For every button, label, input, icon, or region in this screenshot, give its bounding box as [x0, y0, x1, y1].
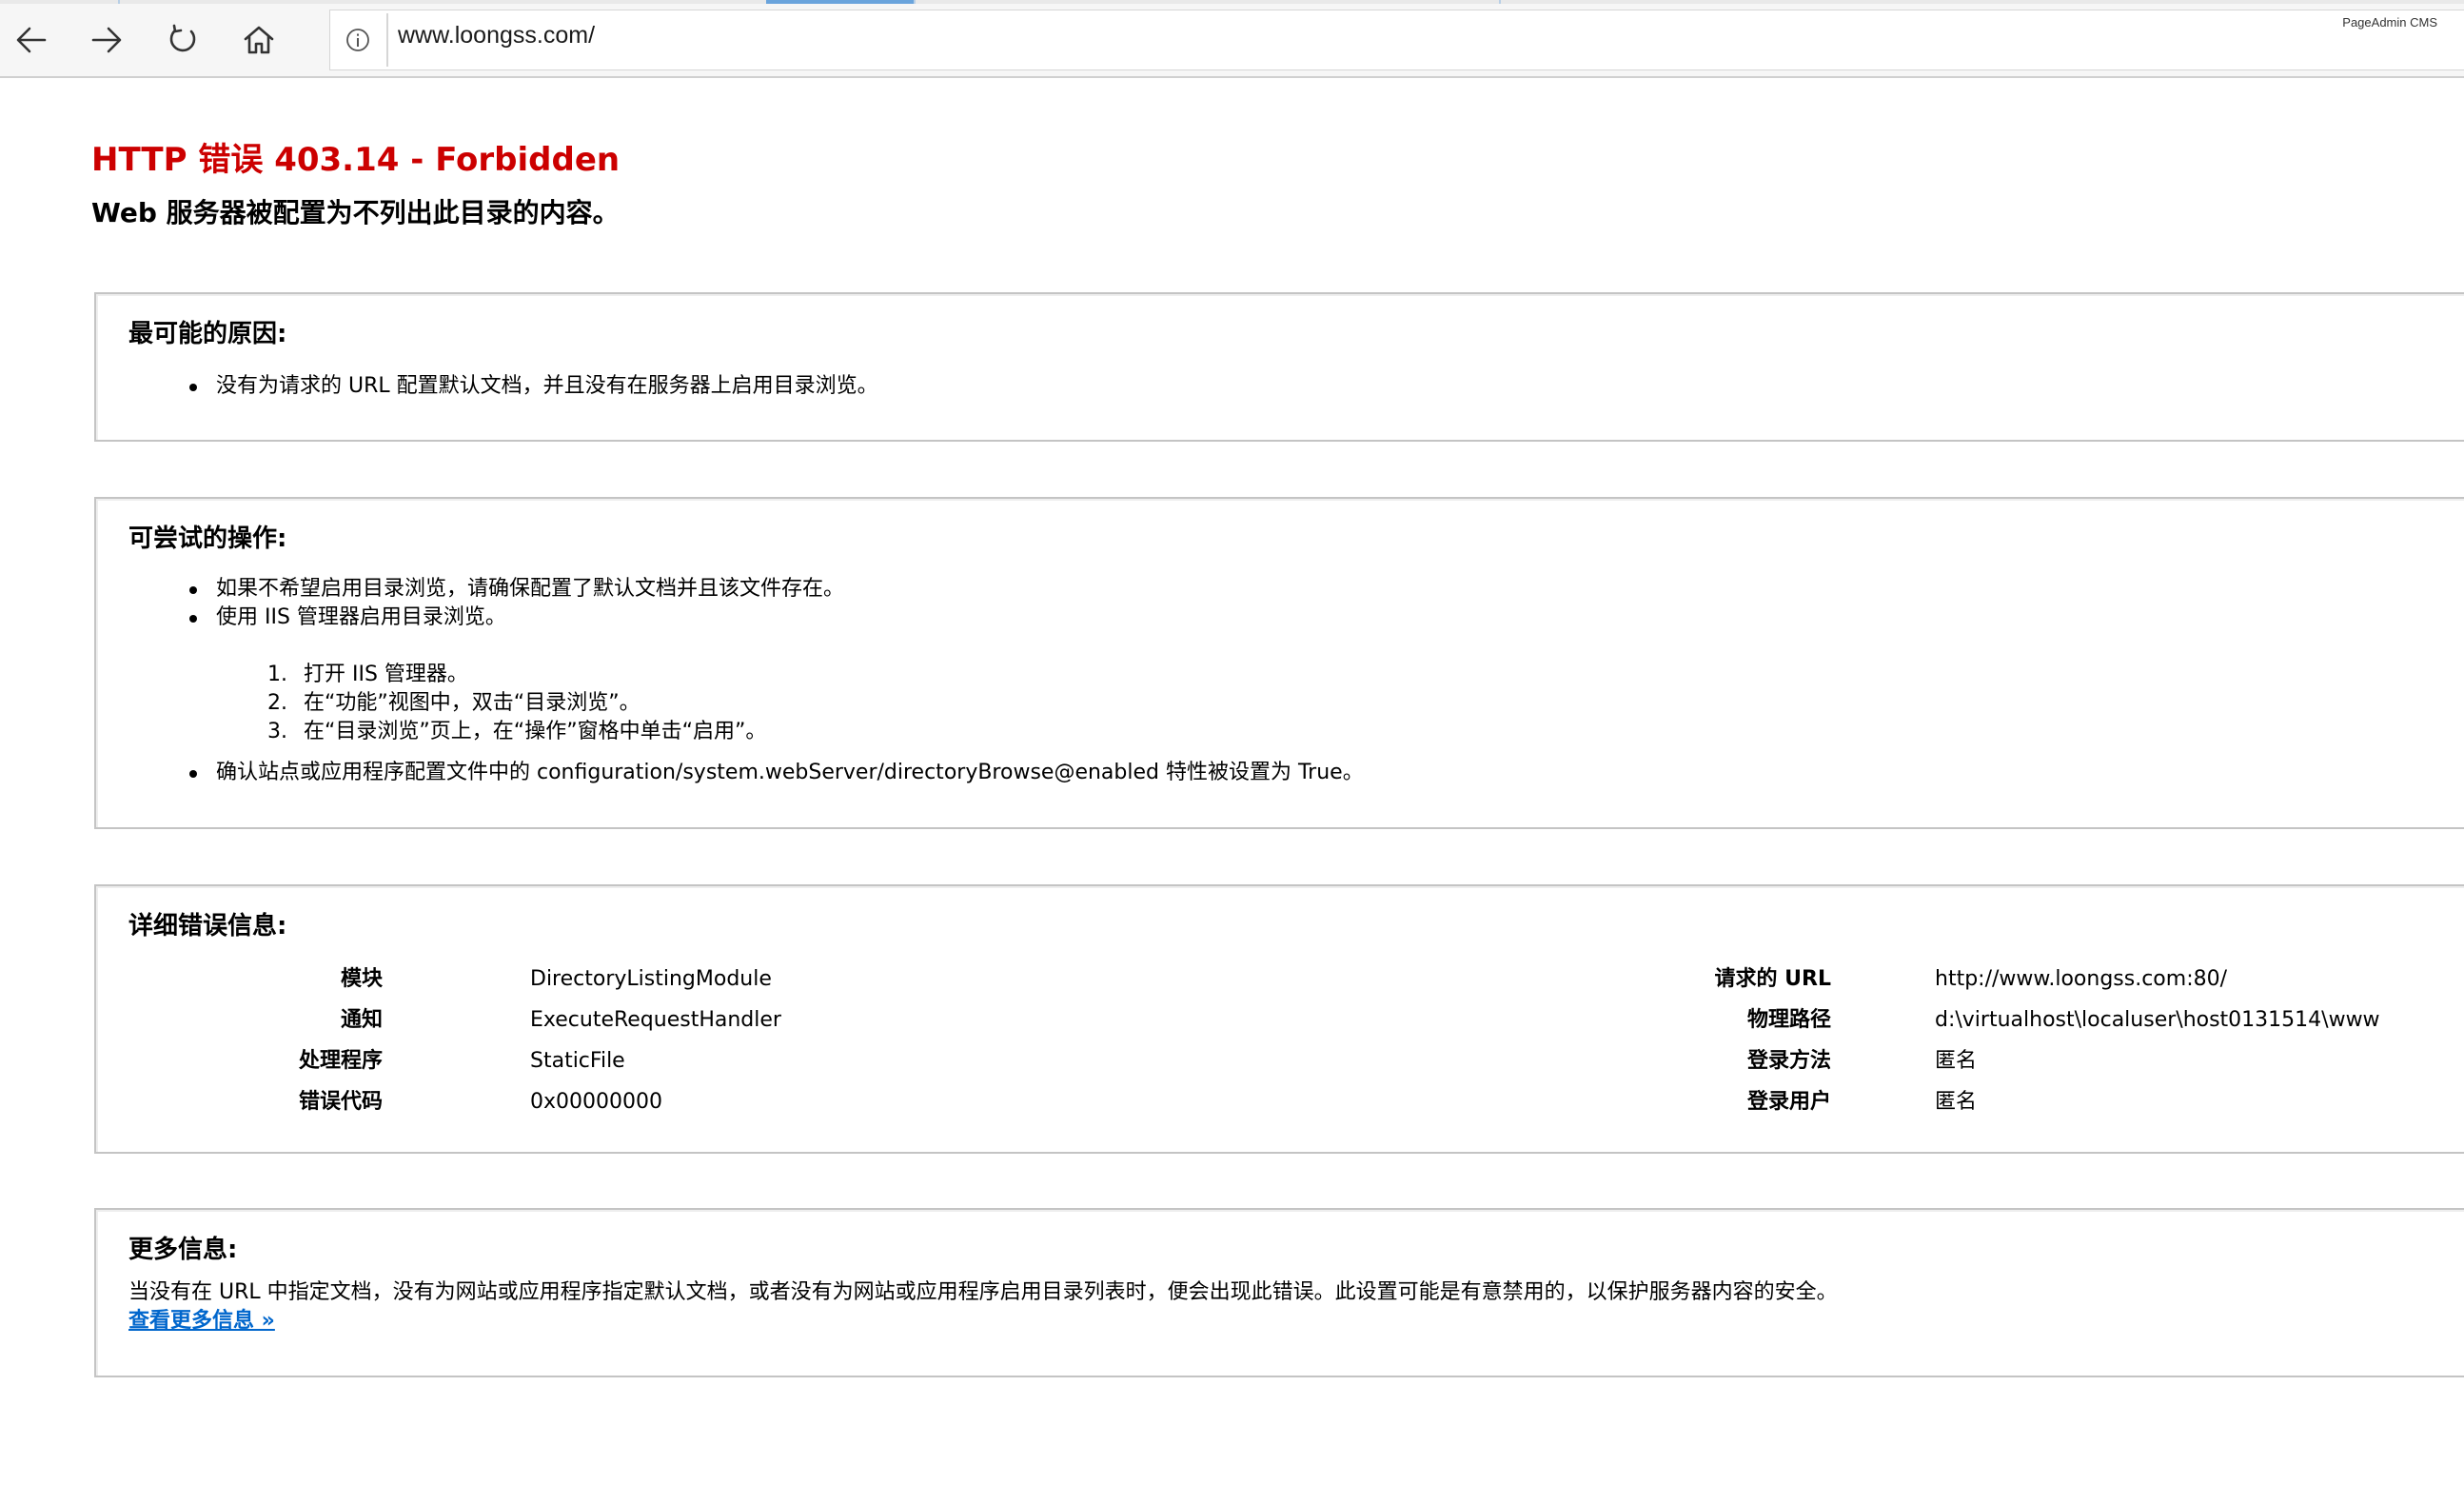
refresh-icon — [169, 24, 196, 52]
step-number: 3. — [267, 720, 287, 743]
address-bar[interactable] — [329, 10, 2464, 70]
list-item: 使用 IIS 管理器启用目录浏览。 — [96, 604, 844, 632]
causes-list: 没有为请求的 URL 配置默认文档，并且没有在服务器上启用目录浏览。 — [96, 372, 878, 401]
more-info-text: 当没有在 URL 中指定文档，没有为网站或应用程序指定默认文档，或者没有为网站或… — [128, 1280, 1838, 1304]
list-item: 没有为请求的 URL 配置默认文档，并且没有在服务器上启用目录浏览。 — [96, 372, 878, 401]
more-info-panel: 更多信息: 当没有在 URL 中指定文档，没有为网站或应用程序指定默认文档，或者… — [94, 1208, 2464, 1377]
detail-value-physical-path: d:\virtualhost\localuser\host0131514\www — [1935, 1008, 2380, 1032]
info-icon[interactable] — [345, 27, 371, 53]
details-panel: 详细错误信息: 模块 DirectoryListingModule 通知 Exe… — [94, 884, 2464, 1154]
list-item: 如果不希望启用目录浏览，请确保配置了默认文档并且该文件存在。 — [96, 575, 844, 604]
detail-label-handler: 处理程序 — [298, 1049, 383, 1073]
detail-label-requested-url: 请求的 URL — [1714, 967, 1831, 991]
details-heading: 详细错误信息: — [128, 912, 287, 940]
actions-steps: 1. 打开 IIS 管理器。 2. 在“功能”视图中，双击“目录浏览”。 3. 在“目… — [96, 661, 766, 746]
step-text: 在“目录浏览”页上，在“操作”窗格中单击“启用”。 — [304, 720, 767, 743]
tab-separator — [118, 0, 120, 4]
list-item: 3. 在“目录浏览”页上，在“操作”窗格中单击“启用”。 — [96, 718, 766, 746]
arrow-left-icon — [16, 27, 47, 53]
list-item: 1. 打开 IIS 管理器。 — [96, 661, 766, 689]
page-subtitle: Web 服务器被配置为不列出此目录的内容。 — [91, 197, 620, 228]
detail-label-module: 模块 — [340, 967, 383, 991]
active-tab-indicator[interactable] — [766, 0, 914, 4]
detail-value-logon-user: 匿名 — [1935, 1090, 1978, 1114]
actions-list: 如果不希望启用目录浏览，请确保配置了默认文档并且该文件存在。 使用 IIS 管理… — [96, 575, 844, 632]
extension-label[interactable]: PageAdmin CMS — [2342, 15, 2437, 30]
list-item: 确认站点或应用程序配置文件中的 configuration/system.web… — [96, 759, 1364, 787]
actions-panel: 可尝试的操作: 如果不希望启用目录浏览，请确保配置了默认文档并且该文件存在。 使… — [94, 497, 2464, 829]
causes-heading: 最可能的原因: — [128, 320, 287, 348]
more-info-heading: 更多信息: — [128, 1236, 238, 1264]
step-text: 在“功能”视图中，双击“目录浏览”。 — [304, 691, 641, 715]
detail-value-requested-url: http://www.loongss.com:80/ — [1935, 967, 2228, 991]
back-button[interactable] — [3, 13, 60, 67]
actions-heading: 可尝试的操作: — [128, 525, 287, 553]
causes-panel: 最可能的原因: 没有为请求的 URL 配置默认文档，并且没有在服务器上启用目录浏… — [94, 292, 2464, 442]
page-title: HTTP 错误 403.14 - Forbidden — [91, 141, 621, 179]
detail-value-logon-method: 匿名 — [1935, 1049, 1978, 1073]
detail-value-handler: StaticFile — [530, 1049, 625, 1073]
more-info-link[interactable]: 查看更多信息 » — [128, 1307, 275, 1336]
detail-label-error-code: 错误代码 — [298, 1090, 383, 1114]
detail-label-physical-path: 物理路径 — [1746, 1008, 1831, 1032]
address-divider — [386, 13, 388, 67]
detail-label-logon-user: 登录用户 — [1746, 1090, 1831, 1114]
detail-value-error-code: 0x00000000 — [530, 1090, 662, 1114]
actions-final-list: 确认站点或应用程序配置文件中的 configuration/system.web… — [96, 759, 1364, 787]
detail-label-notification: 通知 — [340, 1008, 383, 1032]
tab-strip — [0, 0, 2464, 4]
detail-label-logon-method: 登录方法 — [1746, 1049, 1831, 1073]
url-text[interactable]: www.loongss.com/ — [398, 19, 595, 51]
detail-value-notification: ExecuteRequestHandler — [530, 1008, 781, 1032]
home-button[interactable] — [230, 13, 287, 67]
tab-separator — [914, 0, 916, 4]
step-number: 2. — [267, 691, 287, 715]
step-text: 打开 IIS 管理器。 — [304, 663, 468, 686]
step-number: 1. — [267, 663, 287, 686]
arrow-right-icon — [91, 27, 122, 53]
tab-separator — [1499, 0, 1501, 4]
list-item: 2. 在“功能”视图中，双击“目录浏览”。 — [96, 689, 766, 718]
browser-toolbar: www.loongss.com/ PageAdmin CMS — [0, 0, 2464, 78]
home-icon — [244, 26, 274, 54]
refresh-button[interactable] — [154, 13, 211, 67]
forward-button[interactable] — [78, 13, 135, 67]
detail-value-module: DirectoryListingModule — [530, 967, 772, 991]
